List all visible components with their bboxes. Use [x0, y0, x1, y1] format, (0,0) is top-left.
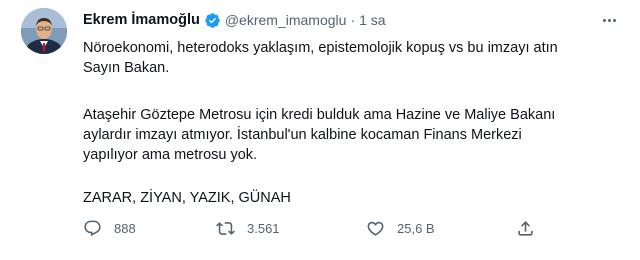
separator-dot: ·: [350, 12, 356, 28]
author-name[interactable]: Ekrem İmamoğlu: [83, 11, 200, 29]
tweet: Ekrem İmamoğlu @ekrem_imamoglu · 1 sa Nö…: [0, 0, 640, 260]
author-handle[interactable]: @ekrem_imamoglu: [225, 11, 347, 29]
tweet-line: Ataşehir Göztepe Metrosu için kredi buld…: [83, 107, 556, 123]
like-button[interactable]: 25,6 B: [366, 219, 435, 238]
like-icon: [366, 219, 385, 238]
tweet-line: aylardır imzayı atmıyor. İstanbul'un kal…: [83, 127, 522, 143]
share-button[interactable]: [516, 219, 535, 238]
share-icon: [516, 219, 535, 238]
verified-badge-icon: [204, 12, 221, 29]
retweet-button[interactable]: 3.561: [216, 219, 280, 238]
tweet-line: yapılıyor ama metrosu yok.: [83, 147, 258, 163]
avatar[interactable]: [21, 8, 67, 54]
timestamp[interactable]: 1 sa: [359, 11, 385, 29]
like-count: 25,6 B: [397, 221, 435, 236]
tweet-actions: 888 3.561 25,6 B: [83, 219, 553, 243]
reply-count: 888: [114, 221, 136, 236]
tweet-header: Ekrem İmamoğlu @ekrem_imamoglu · 1 sa: [83, 11, 386, 29]
tweet-line: Sayın Bakan.: [83, 60, 170, 76]
reply-icon: [83, 219, 102, 238]
retweet-count: 3.561: [247, 221, 280, 236]
retweet-icon: [216, 219, 235, 238]
tweet-line: Nöroekonomi, heterodoks yaklaşım, episte…: [83, 40, 558, 56]
reply-button[interactable]: 888: [83, 219, 136, 238]
tweet-line: ZARAR, ZİYAN, YAZIK, GÜNAH: [83, 190, 291, 206]
more-icon[interactable]: [598, 13, 620, 27]
